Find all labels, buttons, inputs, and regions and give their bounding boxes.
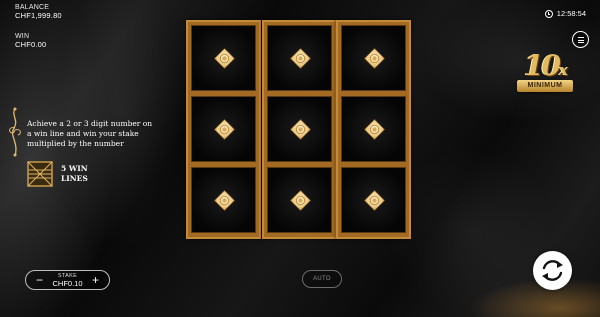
reel-cell bbox=[267, 25, 332, 91]
gold-diamond-seal-icon bbox=[364, 119, 385, 140]
reel-cell bbox=[341, 25, 406, 91]
win-display: WIN CHF0.00 bbox=[15, 33, 46, 49]
promo-text: Achieve a 2 or 3 digit number on a win l… bbox=[27, 119, 153, 148]
reel-cell bbox=[191, 96, 256, 162]
reel-cell bbox=[191, 25, 256, 91]
reel-cell bbox=[267, 96, 332, 162]
reel-2 bbox=[262, 20, 337, 239]
ten-x-minimum-badge: 10x MINIMUM bbox=[514, 49, 576, 101]
auto-button[interactable]: AUTO bbox=[302, 270, 342, 288]
spin-button[interactable] bbox=[533, 251, 572, 290]
gold-diamond-seal-icon bbox=[364, 48, 385, 69]
reel-cell bbox=[267, 167, 332, 233]
gold-diamond-seal-icon bbox=[290, 48, 311, 69]
clock-time: 12:58:54 bbox=[556, 9, 586, 18]
reel-cell bbox=[191, 167, 256, 233]
badge-caption: MINIMUM bbox=[517, 80, 573, 92]
reel-cell bbox=[341, 167, 406, 233]
menu-button[interactable] bbox=[572, 31, 589, 48]
win-value: CHF0.00 bbox=[15, 40, 47, 49]
clock: 12:58:54 bbox=[544, 9, 586, 18]
balance-display: BALANCE CHF1,999.80 bbox=[15, 4, 62, 20]
reel-cell bbox=[341, 96, 406, 162]
gold-diamond-seal-icon bbox=[214, 48, 235, 69]
reel-grid bbox=[185, 20, 411, 239]
win-lines-label: 5 WIN LINES bbox=[61, 164, 88, 183]
hamburger-menu-icon bbox=[577, 37, 584, 38]
refresh-spin-icon bbox=[542, 260, 563, 281]
stake-control: − STAKE CHF0.10 + bbox=[25, 270, 110, 290]
badge-multiplier: 10x bbox=[524, 49, 568, 82]
gold-diamond-seal-icon bbox=[214, 119, 235, 140]
win-lines-icon bbox=[27, 161, 53, 187]
reel-3 bbox=[336, 20, 411, 239]
gold-diamond-seal-icon bbox=[214, 190, 235, 211]
reel-1 bbox=[186, 20, 261, 239]
gold-diamond-seal-icon bbox=[290, 190, 311, 211]
clock-icon bbox=[544, 9, 553, 18]
gold-diamond-seal-icon bbox=[364, 190, 385, 211]
ornament-icon bbox=[9, 107, 21, 157]
gold-diamond-seal-icon bbox=[290, 119, 311, 140]
balance-value: CHF1,999.80 bbox=[15, 11, 62, 20]
stake-increase-button[interactable]: + bbox=[92, 273, 99, 287]
